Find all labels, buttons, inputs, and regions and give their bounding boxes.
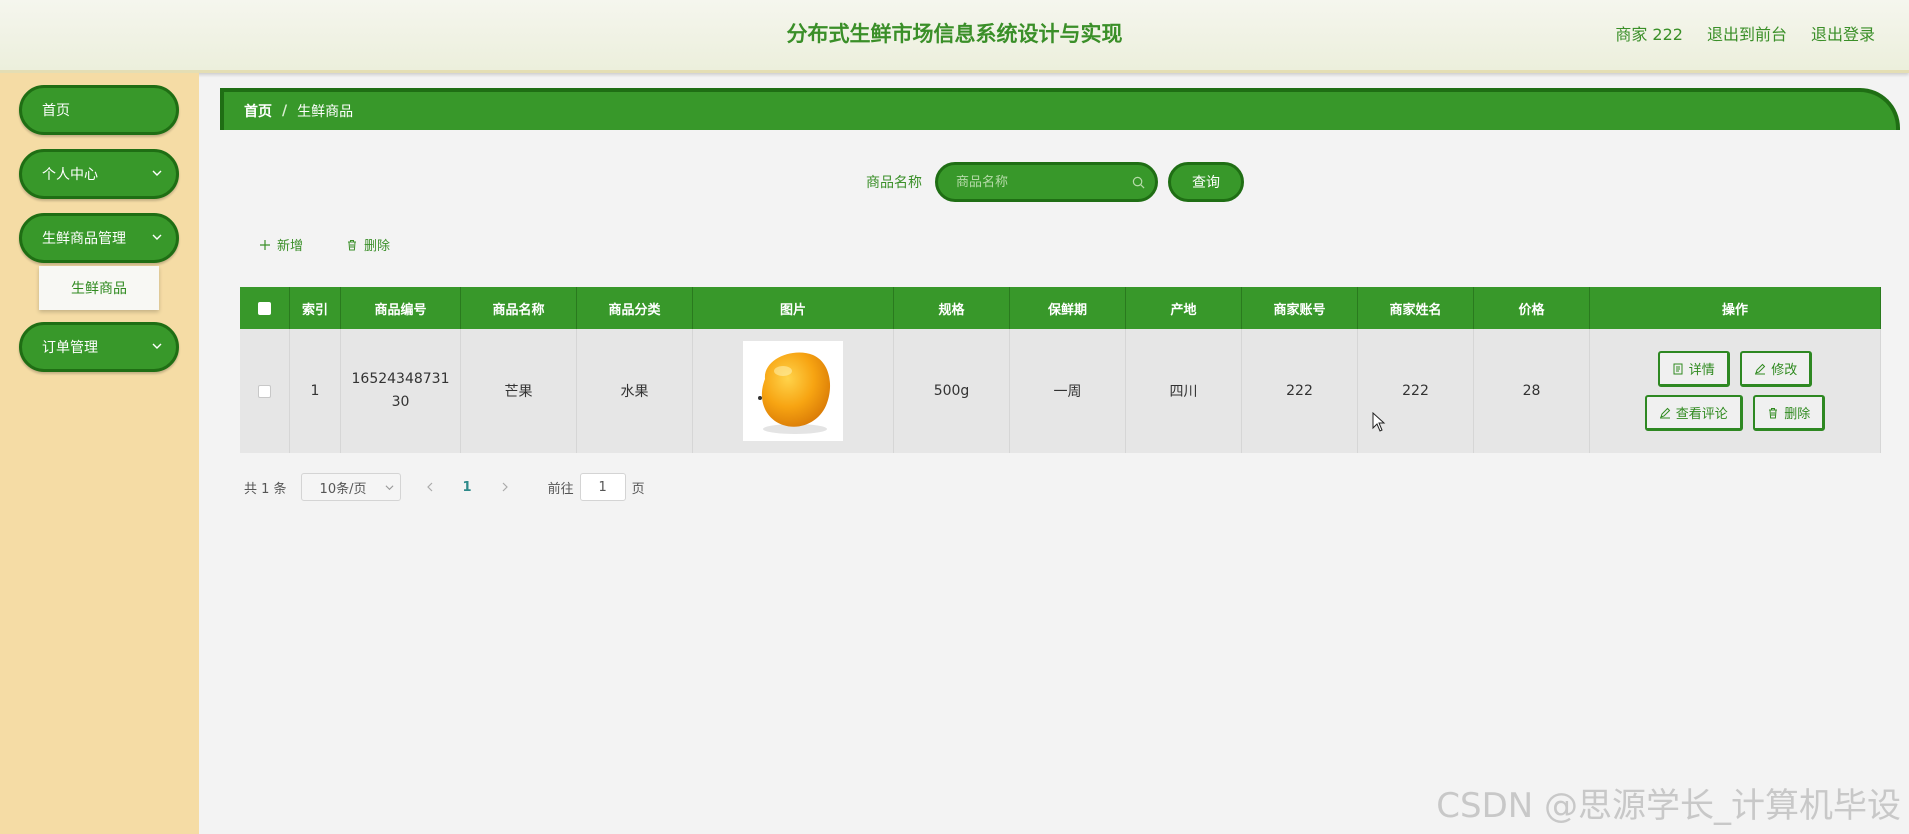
- sidebar-item-label: 生鲜商品管理: [42, 231, 126, 247]
- pagination: 共 1 条 10条/页 1 前往 1 页: [244, 473, 645, 501]
- current-user: 商家 222: [1615, 25, 1683, 44]
- cell-shelf-life: 一周: [1009, 329, 1126, 453]
- column-header: 保鲜期: [1009, 287, 1126, 329]
- column-header: 价格: [1473, 287, 1590, 329]
- row-delete-button[interactable]: 删除: [1753, 395, 1826, 431]
- cell-code: 16524348731 30: [340, 329, 461, 453]
- detail-button-label: 详情: [1688, 363, 1715, 378]
- column-header: 操作: [1589, 287, 1881, 329]
- cell-category: 水果: [576, 329, 693, 453]
- chevron-down-icon: [385, 485, 394, 491]
- select-all-cell[interactable]: [240, 287, 290, 329]
- mango-product-image[interactable]: [743, 341, 843, 441]
- top-header: 分布式生鲜市场信息系统设计与实现 商家 222 退出到前台 退出登录: [0, 0, 1909, 73]
- cell-index: 1: [289, 329, 341, 453]
- page-size-select[interactable]: 10条/页: [300, 473, 401, 501]
- column-header: 商家账号: [1241, 287, 1358, 329]
- cell-spec: 500g: [893, 329, 1010, 453]
- chevron-down-icon: [152, 234, 162, 240]
- column-header: 产地: [1125, 287, 1242, 329]
- chevron-down-icon: [152, 343, 162, 349]
- add-button[interactable]: 新增: [259, 235, 303, 254]
- cell-name: 芒果: [460, 329, 577, 453]
- sidebar-item-fresh-goods-management[interactable]: 生鲜商品管理: [19, 213, 179, 263]
- page-number-current[interactable]: 1: [463, 480, 472, 495]
- cell-code-line: 16524348731: [351, 371, 450, 387]
- goto-label: 前往: [547, 481, 574, 497]
- add-button-label: 新增: [277, 239, 304, 254]
- exit-to-front-link[interactable]: 退出到前台: [1707, 21, 1787, 45]
- view-comments-label: 查看评论: [1675, 407, 1728, 422]
- search-field[interactable]: [935, 162, 1158, 202]
- column-header: 规格: [893, 287, 1010, 329]
- chevron-left-icon[interactable]: [425, 482, 435, 492]
- sidebar-item-label: 首页: [42, 103, 70, 119]
- chevron-down-icon: [152, 170, 162, 176]
- cell-origin: 四川: [1125, 329, 1242, 453]
- table-row: 1 16524348731 30 芒果 水果 500g 一周 四川 222 22…: [240, 329, 1881, 453]
- column-header: 索引: [289, 287, 341, 329]
- trash-icon: [348, 239, 356, 250]
- row-select-cell[interactable]: [240, 329, 290, 453]
- sidebar-item-personal-center[interactable]: 个人中心: [19, 149, 179, 199]
- goto-unit: 页: [631, 481, 645, 497]
- sidebar-subitem-fresh-goods[interactable]: 生鲜商品: [39, 266, 159, 310]
- column-header: 商品分类: [576, 287, 693, 329]
- search-icon: [1132, 176, 1145, 189]
- column-header: 商品名称: [460, 287, 577, 329]
- trash-icon: [1769, 407, 1778, 418]
- logout-link[interactable]: 退出登录: [1811, 21, 1875, 45]
- header-links: 商家 222 退出到前台 退出登录: [1615, 21, 1875, 45]
- breadcrumb-current: 生鲜商品: [297, 104, 354, 120]
- search-button[interactable]: 查询: [1168, 162, 1244, 202]
- cell-image: [692, 329, 894, 453]
- cell-merchant-name: 222: [1357, 329, 1474, 453]
- sidebar-item-label: 订单管理: [42, 340, 98, 356]
- table-header-row: 索引 商品编号 商品名称 商品分类 图片 规格 保鲜期 产地 商家账号 商家姓名…: [240, 287, 1881, 329]
- breadcrumb: 首页 / 生鲜商品: [220, 88, 1900, 130]
- edit-button[interactable]: 修改: [1740, 351, 1813, 387]
- cell-price: 28: [1473, 329, 1590, 453]
- pencil-icon: [1659, 407, 1670, 418]
- sidebar-item-label: 个人中心: [42, 167, 98, 183]
- mouse-cursor-icon: [1372, 412, 1386, 432]
- goods-table: 索引 商品编号 商品名称 商品分类 图片 规格 保鲜期 产地 商家账号 商家姓名…: [240, 287, 1881, 453]
- cell-operations: 详情 修改 查看评论 删除: [1589, 329, 1881, 453]
- page-size-value: 10条/页: [319, 481, 367, 497]
- plus-icon: [260, 239, 270, 250]
- search-input[interactable]: [954, 173, 1128, 191]
- watermark: CSDN @思源学长_计算机毕设: [1436, 786, 1901, 826]
- column-header: 商品编号: [340, 287, 461, 329]
- column-header: 商家姓名: [1357, 287, 1474, 329]
- breadcrumb-home[interactable]: 首页: [244, 101, 272, 121]
- cell-code-line: 30: [391, 394, 410, 410]
- select-all-checkbox[interactable]: [258, 301, 271, 315]
- row-checkbox[interactable]: [258, 384, 271, 398]
- delete-button-label: 删除: [364, 239, 391, 254]
- sidebar-item-home[interactable]: 首页: [19, 85, 179, 135]
- breadcrumb-separator: /: [282, 103, 288, 119]
- edit-button-label: 修改: [1771, 363, 1798, 378]
- column-header: 图片: [692, 287, 894, 329]
- pencil-icon: [1755, 363, 1766, 374]
- document-icon: [1673, 363, 1683, 374]
- batch-delete-button[interactable]: 删除: [346, 235, 390, 254]
- detail-button[interactable]: 详情: [1657, 351, 1730, 387]
- chevron-right-icon[interactable]: [500, 482, 510, 492]
- sidebar: 首页 个人中心 生鲜商品管理 生鲜商品 订单管理: [0, 73, 199, 834]
- sidebar-item-order-management[interactable]: 订单管理: [19, 322, 179, 372]
- view-comments-button[interactable]: 查看评论: [1644, 395, 1743, 431]
- cell-account: 222: [1241, 329, 1358, 453]
- row-delete-label: 删除: [1784, 407, 1811, 422]
- goto-page-input[interactable]: 1: [579, 473, 626, 501]
- search-label: 商品名称: [866, 175, 922, 191]
- total-count: 共 1 条: [244, 481, 287, 497]
